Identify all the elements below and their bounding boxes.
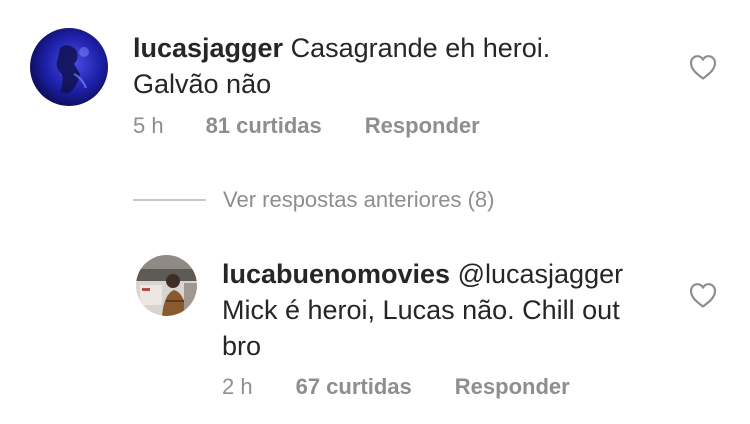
comment-username[interactable]: lucabuenomovies <box>222 259 450 289</box>
avatar-image <box>30 28 108 106</box>
avatar-lucasjagger[interactable] <box>30 28 108 106</box>
comment-username[interactable]: lucasjagger <box>133 33 283 63</box>
comment-text-line2: Galvão não <box>133 69 272 99</box>
divider-line <box>133 199 206 201</box>
comment-meta: 5 h 81 curtidas Responder <box>133 113 480 139</box>
comment-likes[interactable]: 81 curtidas <box>206 113 322 139</box>
comment-meta: 2 h 67 curtidas Responder <box>222 374 570 400</box>
comment-time: 2 h <box>222 374 253 399</box>
like-heart-icon[interactable] <box>688 53 718 81</box>
comment-likes[interactable]: 67 curtidas <box>296 374 412 400</box>
comment-time: 5 h <box>133 113 164 138</box>
avatar-image <box>136 255 197 316</box>
reply-button[interactable]: Responder <box>365 113 480 139</box>
like-heart-icon[interactable] <box>688 281 718 309</box>
comment-text-line2: bro <box>222 331 262 361</box>
comment-text-line1: Casagrande eh heroi. <box>290 33 551 63</box>
comment-mention[interactable]: @lucasjagger <box>458 259 624 289</box>
reply-button[interactable]: Responder <box>455 374 570 400</box>
view-previous-replies[interactable]: Ver respostas anteriores (8) <box>133 186 494 214</box>
view-previous-replies-label: Ver respostas anteriores (8) <box>223 187 495 212</box>
avatar-lucabuenomovies[interactable] <box>136 255 197 316</box>
comment-text-line1: Mick é heroi, Lucas não. Chill out <box>222 295 620 325</box>
